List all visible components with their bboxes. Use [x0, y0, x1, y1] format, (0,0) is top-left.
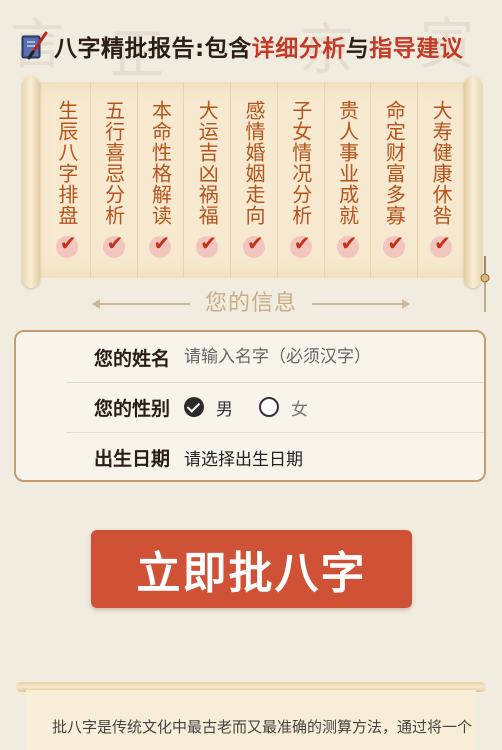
name-label: 您的姓名: [93, 347, 170, 370]
feature-item: 大寿健康休咎: [418, 82, 464, 278]
page-title: 八字精批报告:包含详细分析与指导建议: [18, 28, 488, 64]
feature-item: 大运吉凶祸福: [184, 82, 232, 278]
feature-columns: 生辰八字排盘 五行喜忌分析 本命性格解读 大运吉凶祸福 感情婚姻走向 子女情况分…: [44, 82, 464, 278]
checkmark-icon: [102, 231, 125, 258]
title-part-4: 指导建议: [369, 36, 464, 62]
gender-option-label: 男: [216, 399, 233, 420]
birth-date-picker[interactable]: 请选择出生日期: [184, 445, 303, 470]
checkmark-icon: [289, 231, 312, 258]
feature-scroll: 生辰八字排盘 五行喜忌分析 本命性格解读 大运吉凶祸福 感情婚姻走向 子女情况分…: [22, 76, 482, 288]
scroll-roller-left: [22, 76, 40, 288]
feature-item: 感情婚姻走向: [231, 82, 278, 278]
feature-label: 大运吉凶祸福: [195, 100, 220, 226]
feature-label: 五行喜忌分析: [101, 100, 126, 226]
checkmark-icon: [55, 231, 78, 258]
feature-label: 贵人事业成就: [335, 100, 360, 226]
heading-line-left: [92, 299, 190, 309]
feature-item: 贵人事业成就: [325, 82, 372, 278]
feature-item: 子女情况分析: [278, 82, 325, 278]
gender-row: 您的性别 男 女: [66, 382, 484, 433]
feature-item: 生辰八字排盘: [44, 82, 91, 278]
birth-label: 出生日期: [93, 447, 170, 470]
feature-item: 本命性格解读: [138, 82, 185, 278]
feature-label: 感情婚姻走向: [242, 100, 267, 226]
intro-scroll: 批八字是传统文化中最古老而又最准确的测算方法，通过将一个: [26, 690, 476, 750]
name-input[interactable]: [184, 347, 464, 367]
gender-label: 您的性别: [93, 397, 170, 420]
feature-label: 子女情况分析: [288, 100, 313, 226]
info-section-heading: 您的信息: [0, 290, 502, 318]
checkmark-icon: [243, 231, 266, 258]
feature-item: 命定财富多寡: [371, 82, 419, 278]
info-section-title: 您的信息: [204, 291, 297, 316]
birth-row: 出生日期 请选择出生日期: [66, 432, 484, 482]
feature-label: 本命性格解读: [148, 100, 173, 226]
checkmark-icon: [196, 231, 219, 258]
intro-text: 批八字是传统文化中最古老而又最准确的测算方法，通过将一个: [52, 718, 473, 736]
feature-label: 大寿健康休咎: [429, 100, 454, 226]
checkmark-icon: [430, 231, 453, 258]
title-part-1: 八字精批报告:包含: [54, 36, 252, 62]
submit-button[interactable]: 立即批八字: [91, 530, 412, 608]
title-part-3: 与: [345, 36, 370, 62]
checkmark-icon: [336, 231, 359, 258]
feature-item: 五行喜忌分析: [91, 82, 138, 278]
radio-checked-icon: [184, 397, 204, 417]
checkmark-icon: [149, 231, 172, 258]
title-part-2: 详细分析: [251, 36, 346, 62]
feature-label: 生辰八字排盘: [54, 100, 79, 226]
checkmark-icon: [383, 231, 406, 258]
gender-option-label: 女: [291, 399, 308, 420]
gender-option-female[interactable]: 女: [259, 395, 308, 420]
book-brush-icon: [21, 31, 48, 60]
feature-label: 命定财富多寡: [382, 100, 407, 226]
name-row: 您的姓名: [66, 332, 484, 383]
heading-line-right: [312, 299, 410, 309]
radio-unchecked-icon: [259, 397, 279, 417]
info-form: 您的姓名 您的性别 男 女 出生日期 请选择出生日期: [14, 330, 486, 482]
gender-option-male[interactable]: 男: [184, 395, 233, 420]
